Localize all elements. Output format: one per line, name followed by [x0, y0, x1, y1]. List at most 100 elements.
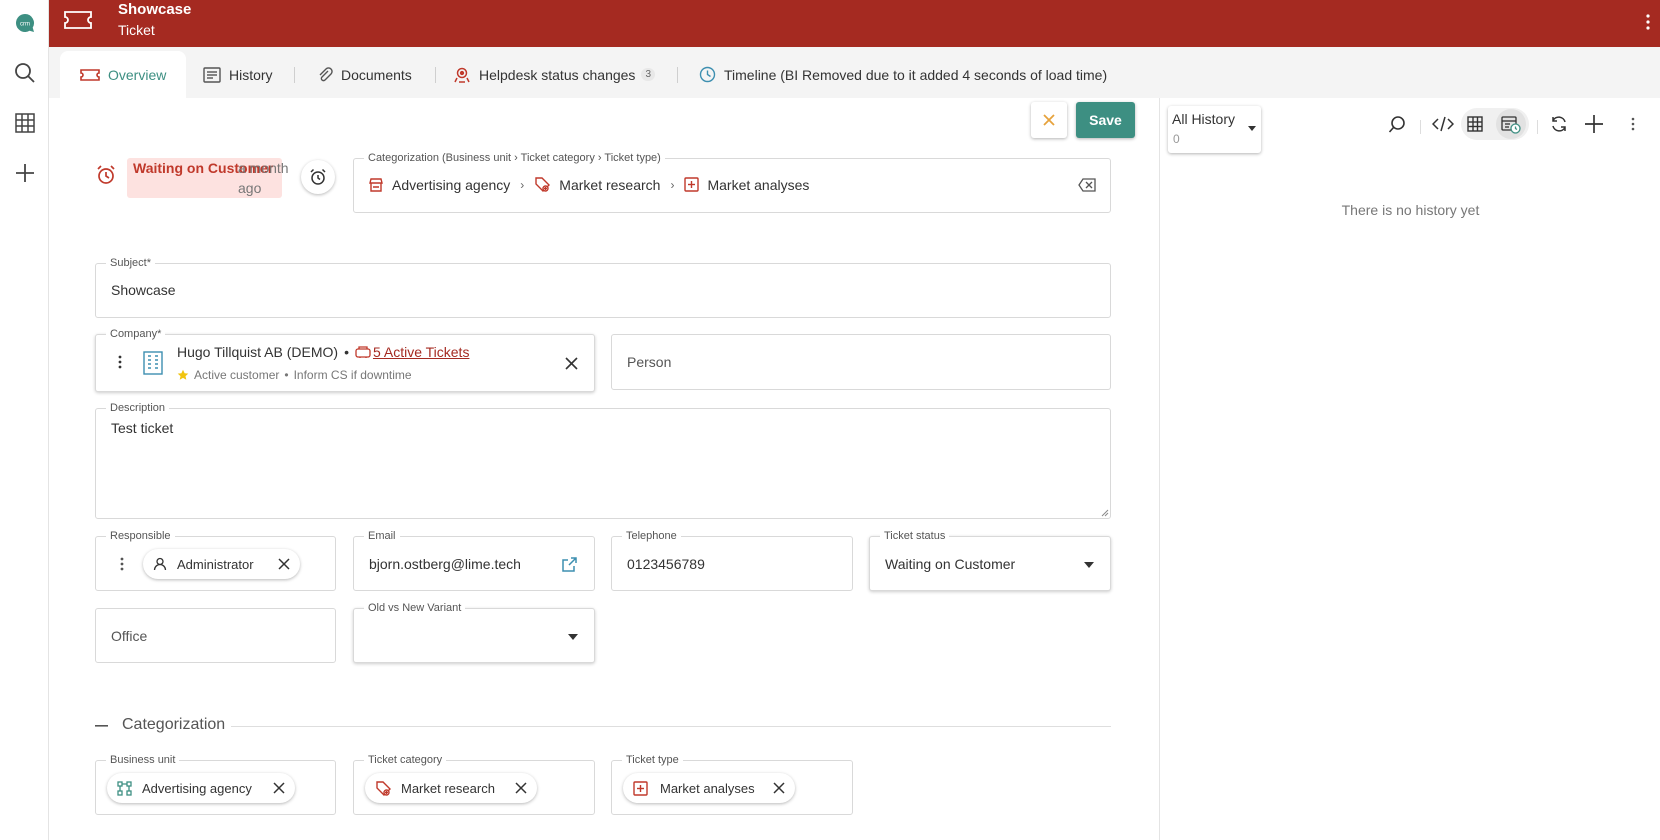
person-icon	[153, 557, 167, 571]
active-tickets-link[interactable]: 5 Active Tickets	[373, 344, 469, 360]
field-label: Responsible	[106, 529, 175, 543]
office-field[interactable]: Office	[95, 608, 336, 663]
close-icon[interactable]	[773, 782, 785, 794]
snooze-button[interactable]	[301, 160, 335, 194]
business-unit-field[interactable]: Business unit Advertising agency	[95, 753, 336, 815]
close-icon[interactable]	[273, 782, 285, 794]
person-field[interactable]: Person	[611, 334, 1111, 390]
field-label: Ticket category	[364, 753, 447, 767]
alarm-icon	[95, 164, 117, 186]
helpdesk-icon	[355, 346, 371, 358]
close-icon[interactable]	[278, 558, 290, 570]
backspace-icon[interactable]	[1078, 178, 1096, 192]
field-label: Telephone	[622, 529, 681, 543]
paperclip-icon	[319, 66, 333, 81]
email-value: bjorn.ostberg@lime.tech	[369, 556, 521, 572]
status-time: a month ago	[238, 160, 289, 196]
tab-divider	[435, 67, 436, 83]
square-plus-icon	[684, 177, 700, 192]
tab-label: History	[229, 66, 273, 83]
email-field[interactable]: Email bjorn.ostberg@lime.tech	[353, 529, 595, 591]
categorization-breadcrumb: Advertising agency › Market research › M…	[368, 176, 809, 193]
tab-label: Timeline (BI Removed due to it added 4 s…	[724, 66, 1108, 83]
left-rail: crm	[0, 0, 49, 840]
clear-company-button[interactable]	[565, 357, 578, 370]
categorization-section-header[interactable]: Categorization	[95, 716, 1111, 736]
more-vertical-icon[interactable]	[1631, 117, 1635, 131]
more-vertical-icon[interactable]	[1645, 13, 1651, 31]
tab-documents[interactable]: Documents	[317, 51, 412, 98]
plus-icon[interactable]	[1584, 114, 1604, 134]
chip-label: Market research	[401, 780, 495, 796]
responsible-field[interactable]: Responsible Administrator	[95, 529, 336, 591]
field-label: Ticket type	[622, 753, 683, 767]
chevron-down-icon	[568, 634, 578, 640]
field-label: Description	[106, 401, 170, 415]
table-icon[interactable]	[1466, 115, 1484, 133]
toolbar-divider	[1420, 120, 1421, 134]
star-icon	[177, 369, 189, 380]
search-icon[interactable]	[1388, 115, 1407, 134]
field-label: Subject*	[106, 256, 155, 270]
history-list-icon	[203, 66, 221, 83]
save-button[interactable]: Save	[1076, 102, 1135, 138]
field-label: Old vs New Variant	[364, 601, 466, 615]
close-icon[interactable]	[515, 782, 527, 794]
plus-icon[interactable]	[10, 158, 39, 187]
categorization-path-field[interactable]: Categorization (Business unit › Ticket c…	[353, 151, 1111, 213]
tab-label: Overview	[108, 66, 167, 83]
tab-helpdesk-status-changes[interactable]: Helpdesk status changes 3	[453, 51, 655, 98]
building-icon	[142, 350, 164, 376]
telephone-field[interactable]: Telephone 0123456789	[611, 529, 853, 591]
tab-divider	[294, 67, 295, 83]
breadcrumb-item: Market analyses	[707, 176, 810, 193]
responsible-chip[interactable]: Administrator	[143, 549, 300, 579]
field-label: Email	[364, 529, 400, 543]
tab-timeline[interactable]: Timeline (BI Removed due to it added 4 s…	[699, 51, 1107, 98]
external-link-icon[interactable]	[561, 556, 578, 573]
tab-overview[interactable]: Overview	[60, 51, 187, 98]
history-filter-label: All History	[1172, 111, 1236, 127]
ticket-icon	[80, 68, 100, 81]
app-logo-icon[interactable]: crm	[10, 8, 39, 37]
search-icon[interactable]	[10, 58, 39, 87]
ticket-type-chip[interactable]: Market analyses	[623, 773, 795, 803]
ticket-status-select[interactable]: Ticket status Waiting on Customer	[869, 529, 1111, 591]
square-plus-icon	[633, 780, 648, 796]
ticket-category-chip[interactable]: Market research	[365, 773, 537, 803]
chip-label: Administrator	[177, 556, 254, 572]
field-label: Categorization (Business unit › Ticket c…	[364, 151, 665, 165]
close-icon	[565, 357, 578, 370]
business-unit-chip[interactable]: Advertising agency	[107, 773, 295, 803]
ticket-category-field[interactable]: Ticket category Market research	[353, 753, 595, 815]
calendar-history-icon[interactable]	[1496, 109, 1526, 139]
subject-field[interactable]: Subject* Showcase	[95, 256, 1111, 318]
company-name[interactable]: Hugo Tillquist AB (DEMO)	[177, 344, 338, 360]
section-divider	[231, 726, 1111, 727]
ticket-icon	[63, 9, 93, 31]
refresh-icon[interactable]	[1549, 114, 1569, 134]
office-placeholder: Office	[111, 628, 148, 644]
description-field[interactable]: Description Test ticket	[95, 401, 1111, 519]
snooze-icon	[310, 168, 326, 185]
history-panel: All History 0 There is no history yet	[1159, 98, 1660, 840]
discard-button[interactable]	[1031, 102, 1067, 138]
history-filter-select[interactable]: All History 0	[1168, 106, 1261, 153]
tab-history[interactable]: History	[203, 51, 273, 98]
more-vertical-icon[interactable]	[118, 355, 122, 369]
tab-label: Documents	[341, 66, 412, 83]
company-field[interactable]: Company* Hugo Tillquist AB (DEMO) • 5 Ac…	[95, 327, 595, 392]
grid-icon[interactable]	[10, 108, 39, 137]
svg-text:crm: crm	[20, 21, 30, 27]
clock-icon	[699, 66, 716, 83]
field-label: Ticket status	[880, 529, 950, 543]
separator: •	[284, 368, 289, 382]
code-icon[interactable]	[1432, 116, 1454, 132]
collapse-icon[interactable]	[95, 725, 108, 727]
resize-handle-icon[interactable]	[1101, 509, 1109, 517]
tab-badge: 3	[641, 68, 655, 81]
more-vertical-icon[interactable]	[120, 557, 124, 571]
ticket-type-field[interactable]: Ticket type Market analyses	[611, 753, 853, 815]
old-vs-new-variant-select[interactable]: Old vs New Variant	[353, 601, 595, 663]
tag-icon	[535, 177, 551, 192]
